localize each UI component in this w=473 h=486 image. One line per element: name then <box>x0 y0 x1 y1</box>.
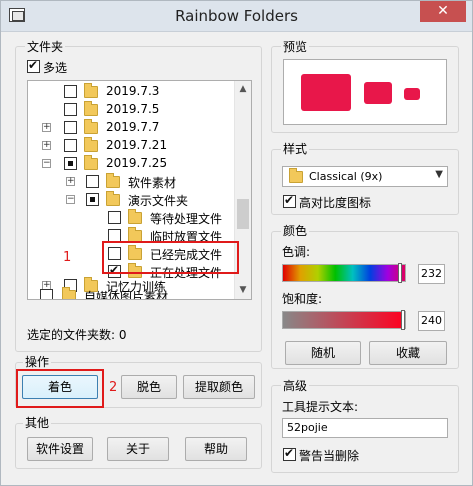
style-group-label: 样式 <box>281 142 310 156</box>
folder-icon <box>106 191 120 206</box>
hue-value[interactable]: 232 <box>418 264 445 284</box>
hue-label: 色调: <box>282 245 311 259</box>
tree-row-label: 2019.7.25 <box>106 156 168 170</box>
scroll-thumb[interactable] <box>237 199 249 229</box>
tooltip-text-label: 工具提示文本: <box>282 400 359 414</box>
tree-row-checkbox[interactable] <box>64 85 77 98</box>
style-dropdown[interactable]: Classical (9x) ▼ <box>282 166 448 187</box>
tree-row-checkbox[interactable] <box>86 193 99 206</box>
saturation-label: 饱和度: <box>282 292 323 306</box>
scroll-down-icon[interactable]: ▼ <box>235 282 251 299</box>
tree-row[interactable]: + 2019.7.21 <box>28 137 236 155</box>
saturation-value[interactable]: 240 <box>418 311 445 331</box>
highlight-box-current-folder <box>102 241 239 274</box>
settings-button[interactable]: 软件设置 <box>27 437 93 461</box>
tree-row-checkbox[interactable] <box>40 289 53 299</box>
expand-plus-icon[interactable]: + <box>42 123 51 132</box>
tooltip-text-input[interactable]: 52pojie <box>282 418 448 438</box>
about-button[interactable]: 关于 <box>107 437 169 461</box>
tree-row-label: 2019.7.21 <box>106 138 168 152</box>
folder-icon <box>84 119 98 134</box>
extract-color-button[interactable]: 提取颜色 <box>183 375 255 399</box>
folder-icon <box>289 168 303 183</box>
operation-group-label: 操作 <box>23 355 52 369</box>
tree-row[interactable]: 2019.7.5 <box>28 101 236 119</box>
selected-count-text: 选定的文件夹数: 0 <box>27 328 127 342</box>
collapse-minus-icon[interactable]: − <box>42 159 51 168</box>
title-bar: Rainbow Folders ✕ <box>1 1 472 32</box>
tree-row[interactable]: + 2019.7.7 <box>28 119 236 137</box>
folder-preview-large-icon <box>301 74 351 111</box>
tree-row[interactable]: − 演示文件夹 <box>28 191 236 209</box>
tree-row-label: 等待处理文件 <box>150 212 223 226</box>
preview-box <box>283 59 447 125</box>
folder-icon <box>62 287 76 299</box>
folders-group-label: 文件夹 <box>25 40 66 54</box>
tree-row[interactable]: + 软件素材 <box>28 173 236 191</box>
tree-row-label: 软件素材 <box>128 176 177 190</box>
random-button[interactable]: 随机 <box>285 341 361 365</box>
tree-row-label: 2019.7.5 <box>106 102 160 116</box>
color-group-label: 颜色 <box>281 224 310 238</box>
warn-delete-checkbox[interactable] <box>283 446 296 461</box>
tree-row[interactable]: − 2019.7.25 <box>28 155 236 173</box>
folder-preview-small-icon <box>404 88 420 100</box>
annotation-number-2: 2 <box>109 380 118 395</box>
folder-icon <box>128 209 142 224</box>
hue-slider-thumb[interactable] <box>398 263 402 283</box>
folder-icon <box>84 83 98 98</box>
tree-row[interactable]: 等待处理文件 <box>28 209 236 227</box>
help-button[interactable]: 帮助 <box>185 437 247 461</box>
close-button[interactable]: ✕ <box>420 1 466 22</box>
annotation-number-1: 1 <box>63 250 72 265</box>
folder-preview-medium-icon <box>364 82 392 104</box>
decolorize-button[interactable]: 脱色 <box>121 375 177 399</box>
folder-icon <box>84 137 98 152</box>
advanced-group-label: 高级 <box>281 379 310 393</box>
tree-row-checkbox[interactable] <box>64 103 77 116</box>
expand-plus-icon[interactable]: + <box>42 141 51 150</box>
other-group-label: 其他 <box>23 416 52 430</box>
tree-row[interactable]: 自媒体图片素材 <box>28 287 236 300</box>
tree-row-label: 演示文件夹 <box>128 194 189 208</box>
style-selected-value: Classical (9x) <box>309 170 383 183</box>
expand-plus-icon[interactable]: + <box>66 177 75 186</box>
chevron-down-icon[interactable]: ▼ <box>435 169 443 180</box>
saturation-slider-thumb[interactable] <box>401 310 405 330</box>
folder-icon <box>84 155 98 170</box>
tree-row-label: 2019.7.7 <box>106 120 160 134</box>
tree-row-label: 2019.7.3 <box>106 84 160 98</box>
saturation-slider[interactable] <box>282 310 406 330</box>
tree-row[interactable]: 2019.7.3 <box>28 83 236 101</box>
tree-row-label: 自媒体图片素材 <box>84 290 169 300</box>
warn-delete-label: 警告当删除 <box>299 449 360 463</box>
tree-row-checkbox[interactable] <box>86 175 99 188</box>
tree-row-checkbox[interactable] <box>64 121 77 134</box>
multi-select-checkbox[interactable] <box>27 58 40 73</box>
collapse-minus-icon[interactable]: − <box>66 195 75 204</box>
scroll-up-icon[interactable]: ▲ <box>235 81 251 98</box>
preview-group-label: 预览 <box>281 40 310 54</box>
folder-icon <box>106 173 120 188</box>
tree-row-checkbox[interactable] <box>64 139 77 152</box>
tree-row-checkbox[interactable] <box>108 211 121 224</box>
multi-select-label: 多选 <box>43 61 68 75</box>
tree-row-checkbox[interactable] <box>64 157 77 170</box>
window-title: Rainbow Folders <box>175 7 298 25</box>
app-window: Rainbow Folders ✕ 文件夹 多选 2019.7.3 2019.7… <box>0 0 473 486</box>
highlight-box-colorize <box>16 369 104 408</box>
folder-icon <box>84 101 98 116</box>
favorites-button[interactable]: 收藏 <box>369 341 447 365</box>
hue-slider[interactable] <box>282 263 406 283</box>
high-contrast-checkbox[interactable] <box>283 193 296 208</box>
high-contrast-label: 高对比度图标 <box>299 196 372 210</box>
